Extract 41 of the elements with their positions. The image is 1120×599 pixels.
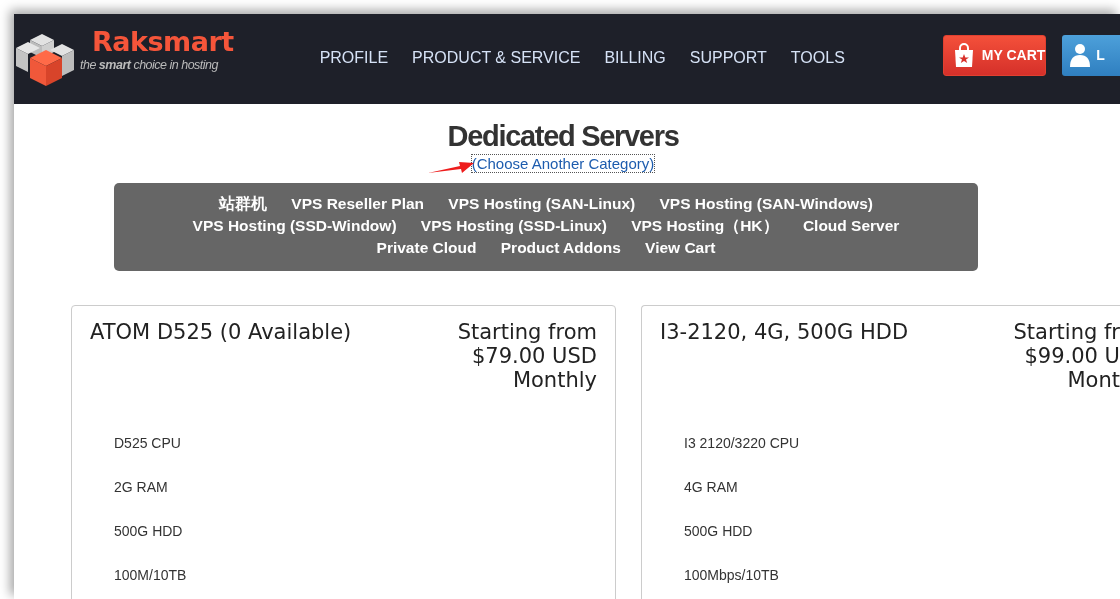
tagline: the smart choice in hosting (80, 58, 220, 72)
login-button[interactable]: L (1062, 34, 1120, 76)
category-link[interactable]: VPS Hosting (SSD-Window) (192, 215, 397, 237)
nav-link[interactable]: SUPPORT (689, 49, 767, 67)
category-link[interactable]: Private Cloud (376, 237, 477, 259)
feature-text: 100Mbps/10TB (684, 567, 780, 585)
category-link[interactable]: 站群机 (219, 193, 268, 215)
category-link[interactable]: Cloud Server (802, 215, 900, 237)
pointer-arrow (427, 160, 474, 174)
brand-name: Raksmart (92, 25, 234, 59)
price-text: Starting from (457, 320, 597, 344)
category-link[interactable]: VPS Hosting（HK） (631, 215, 779, 237)
feature-text: 100M/10TB (114, 567, 188, 585)
nav-link[interactable]: PRODUCT & SERVICE (412, 49, 581, 67)
feature-text: I3 2120/3220 CPU (684, 435, 801, 453)
price-text: $99.00 U (1023, 344, 1120, 368)
category-link[interactable]: VPS Hosting (SSD-Linux) (420, 215, 607, 237)
feature-text: 500G HDD (114, 523, 184, 541)
cart-button[interactable]: MY CART (942, 34, 1047, 76)
nav-link[interactable]: PROFILE (319, 49, 389, 67)
price-text: Starting fr (1013, 320, 1120, 344)
user-icon (1070, 43, 1091, 67)
price-text: $79.00 USD (470, 344, 597, 368)
category-link[interactable]: View Cart (645, 237, 716, 259)
product-name: ATOM D525 (0 Available) (90, 320, 352, 346)
category-link[interactable]: VPS Reseller Plan (291, 193, 425, 215)
feature-text: 500G HDD (684, 523, 754, 541)
nav-link[interactable]: BILLING (604, 49, 666, 67)
choose-category-link[interactable]: (Choose Another Category) (471, 155, 655, 172)
price-text: Mont (1066, 368, 1120, 392)
shopping-bag-icon (953, 43, 974, 67)
nav-link[interactable]: TOOLS (790, 49, 845, 67)
feature-text: 4G RAM (684, 479, 739, 497)
feature-text: 2G RAM (114, 479, 169, 497)
price-text: Monthly (511, 368, 597, 392)
category-link[interactable]: VPS Hosting (SAN-Linux) (448, 193, 636, 215)
category-link[interactable]: VPS Hosting (SAN-Windows) (659, 193, 873, 215)
product-name: I3-2120, 4G, 500G HDD (660, 320, 909, 346)
feature-text: D525 CPU (114, 435, 182, 453)
page-title: Dedicated Servers (447, 120, 679, 153)
category-link[interactable]: Product Addons (500, 237, 621, 259)
